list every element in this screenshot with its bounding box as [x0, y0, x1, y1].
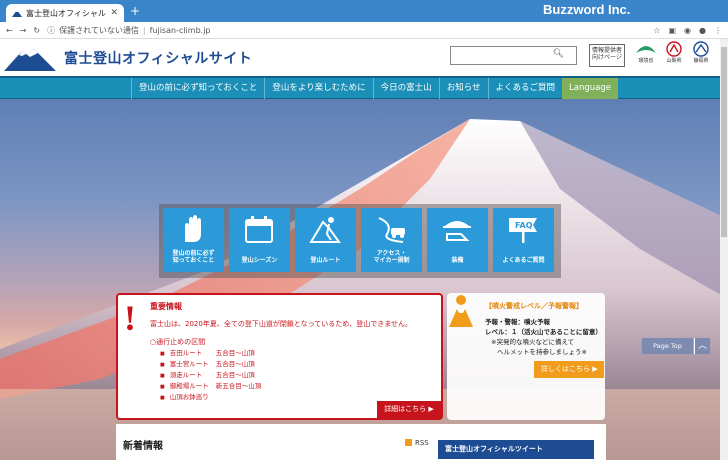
- translate-icon[interactable]: ▣: [668, 26, 676, 35]
- important-info-box: ! 重要情報 富士山は、2020年夏、全ての登下山道が閉鎖となっているため、登山…: [116, 293, 443, 420]
- main-nav: 登山の前に必ず知っておくこと 登山をより楽しむために 今日の富士山 お知らせ よ…: [0, 76, 728, 99]
- list-item: 富士宮ルート五合目〜山頂: [160, 359, 261, 370]
- tile-label: よくあるご質問: [502, 257, 545, 264]
- menu-icon[interactable]: ⋮: [714, 26, 722, 35]
- tile-label: アクセス・ マイカー規制: [373, 250, 410, 264]
- equipment-icon: [443, 221, 471, 241]
- nav-item-faq[interactable]: よくあるご質問: [487, 78, 563, 99]
- volcano-alert-box: 【噴火警戒レベル／予報警報】 予報・警報：噴火予報 レベル：１（活火山であること…: [447, 293, 605, 420]
- volcano-title: 【噴火警戒レベル／予報警報】: [485, 302, 583, 310]
- tile-routes[interactable]: 登山ルート: [295, 208, 356, 272]
- list-item: 御殿場ルート新五合目〜山頂: [160, 381, 262, 392]
- camera-icon[interactable]: ◉: [684, 26, 691, 35]
- search-input[interactable]: 🔍︎: [450, 46, 577, 65]
- page-top-arrow-icon[interactable]: ︿: [694, 338, 710, 354]
- hand-icon: [185, 215, 201, 242]
- site-title: 富士登山オフィシャルサイト: [64, 50, 253, 66]
- site-header: 富士登山オフィシャルサイト 🔍︎ 情報提供者向けページ 環境省 山梨県 静岡県: [0, 39, 728, 76]
- browser-titlebar: 富士登山オフィシャルサイト ✕ + Buzzword Inc.: [0, 0, 728, 22]
- tile-equipment[interactable]: 装備: [427, 208, 488, 272]
- alert-title: 重要情報: [150, 302, 182, 311]
- tab-title: 富士登山オフィシャルサイト: [26, 8, 106, 18]
- tile-before-climbing[interactable]: 登山の前に必ず 知っておくこと: [163, 208, 224, 272]
- new-tab-icon[interactable]: +: [130, 4, 140, 18]
- volcano-details-button[interactable]: 詳しくはこちら ▶: [534, 361, 604, 378]
- nav-item-language[interactable]: Language: [562, 78, 618, 99]
- rss-link[interactable]: RSS: [405, 439, 429, 447]
- list-item: 山頂お鉢巡り: [160, 392, 261, 403]
- nav-item-news[interactable]: お知らせ: [438, 78, 488, 99]
- volcano-note: ヘルメットを持参しましょう※: [497, 348, 587, 356]
- details-button[interactable]: 詳細はこちら ▶: [377, 401, 441, 418]
- back-icon[interactable]: ←: [6, 26, 13, 35]
- fuji-logo-icon: [4, 49, 56, 71]
- list-item: 須走ルート五合目〜山頂: [160, 370, 261, 381]
- info-icon[interactable]: ⓘ: [47, 25, 55, 36]
- org-label: 環境省: [638, 58, 654, 64]
- nav-item-before-climbing[interactable]: 登山の前に必ず知っておくこと: [131, 78, 264, 99]
- volcano-forecast: 予報・警報：噴火予報: [485, 318, 550, 326]
- exclamation-icon: !: [124, 298, 136, 338]
- bookmark-star-icon[interactable]: ☆: [653, 26, 660, 35]
- site-logo[interactable]: 富士登山オフィシャルサイト: [4, 45, 252, 71]
- tile-label: 登山の前に必ず 知っておくこと: [172, 250, 215, 264]
- list-item: 吉田ルート五合目〜山頂: [160, 348, 261, 359]
- forward-icon[interactable]: →: [20, 26, 27, 35]
- page-scrollbar[interactable]: [720, 39, 728, 460]
- volcano-note: ※突発的な噴火などに備えて: [491, 338, 575, 346]
- quick-links-tiles: 登山の前に必ず 知っておくこと 登山シーズン 登山ルート アクセス・ マイカー規制 …: [159, 204, 561, 278]
- url-text[interactable]: fujisan-climb.jp: [150, 26, 211, 35]
- org-logo-yamanashi[interactable]: 山梨県: [661, 41, 687, 64]
- nav-item-enjoy[interactable]: 登山をより楽しむために: [264, 78, 372, 99]
- org-logo-shizuoka[interactable]: 静岡県: [688, 41, 714, 64]
- provider-info-link[interactable]: 情報提供者向けページ: [589, 44, 625, 67]
- watermark-brand: Buzzword Inc.: [543, 2, 631, 17]
- page-top-button[interactable]: Page Top: [642, 338, 693, 354]
- tile-label: 登山ルート: [310, 257, 341, 264]
- hero-section: 登山の前に必ず 知っておくこと 登山シーズン 登山ルート アクセス・ マイカー規制 …: [0, 99, 728, 460]
- news-title: 新着情報: [123, 441, 163, 452]
- volcano-level: レベル：１（活火山であることに留意）: [485, 328, 602, 336]
- tile-label: 登山シーズン: [241, 257, 278, 264]
- yamanashi-icon: [666, 41, 682, 57]
- account-icon[interactable]: ●: [699, 26, 706, 35]
- tile-label: 装備: [451, 257, 464, 264]
- calendar-icon: [245, 216, 273, 243]
- tab-close-icon[interactable]: ✕: [110, 8, 118, 18]
- rss-icon: [405, 439, 412, 446]
- toolbar-icons: ☆ ▣ ◉ ● ⋮: [653, 26, 722, 35]
- browser-toolbar: ← → ↻ ⓘ 保護されていない通信 | fujisan-climb.jp ☆ …: [0, 22, 728, 39]
- closed-routes-list: 吉田ルート五合目〜山頂 富士宮ルート五合目〜山頂 須走ルート五合目〜山頂 御殿場…: [160, 348, 262, 403]
- address-bar[interactable]: ⓘ 保護されていない通信 | fujisan-climb.jp: [47, 25, 646, 36]
- browser-tab[interactable]: 富士登山オフィシャルサイト ✕: [6, 4, 124, 22]
- news-section: 新着情報 RSS 富士登山オフィシャルツイート: [116, 424, 606, 460]
- nav-item-today[interactable]: 今日の富士山: [372, 78, 439, 99]
- official-tweet-heading: 富士登山オフィシャルツイート: [438, 440, 594, 459]
- site-favicon-icon: [12, 10, 22, 17]
- alert-message: 富士山は、2020年夏、全ての登下山道が閉鎖となっているため、登山できません。: [150, 320, 413, 328]
- svg-text:FAQ: FAQ: [515, 221, 533, 230]
- org-label: 静岡県: [693, 58, 709, 64]
- tile-season[interactable]: 登山シーズン: [229, 208, 290, 272]
- security-text: 保護されていない通信: [59, 25, 139, 35]
- faq-icon: FAQ: [509, 218, 537, 243]
- org-logo-environment[interactable]: 環境省: [633, 41, 659, 64]
- address-separator: |: [142, 25, 146, 35]
- search-icon[interactable]: 🔍︎: [553, 49, 564, 59]
- route-icon: [309, 217, 341, 243]
- car-icon: [378, 217, 405, 243]
- shizuoka-icon: [693, 41, 709, 57]
- closed-sections-heading: ○通行止めの区間: [150, 338, 206, 346]
- reload-icon[interactable]: ↻: [33, 26, 40, 35]
- tile-access[interactable]: アクセス・ マイカー規制: [361, 208, 422, 272]
- volcano-icon: [449, 295, 473, 327]
- org-label: 山梨県: [666, 58, 682, 64]
- tile-faq[interactable]: FAQ よくあるご質問: [493, 208, 554, 272]
- ministry-environment-icon: [636, 46, 656, 53]
- scrollbar-thumb[interactable]: [721, 47, 727, 237]
